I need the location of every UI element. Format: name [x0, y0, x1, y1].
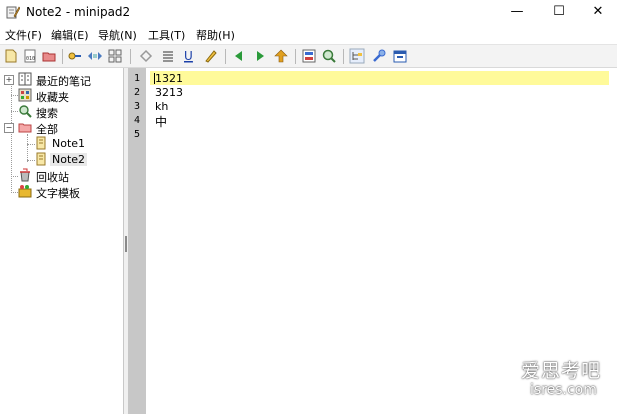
- grid-icon[interactable]: [107, 48, 123, 64]
- menu-navigate[interactable]: 导航(N): [98, 27, 137, 43]
- collapse-toggle[interactable]: −: [4, 123, 14, 133]
- watermark-text: 爱思考吧: [521, 360, 602, 382]
- line-number: 2: [133, 87, 141, 98]
- tree-item-label: 搜索: [36, 107, 58, 120]
- text-caret: [154, 73, 155, 84]
- folder-icon: [18, 123, 32, 133]
- forward-icon[interactable]: [252, 48, 268, 64]
- new-folder-icon[interactable]: [41, 48, 57, 64]
- undo-icon[interactable]: [138, 48, 154, 64]
- close-button[interactable]: ✕: [575, 0, 617, 24]
- editor-line[interactable]: 3213: [155, 86, 183, 99]
- menu-edit[interactable]: 编辑(E): [51, 27, 89, 43]
- highlight-icon[interactable]: [203, 48, 219, 64]
- link-icon[interactable]: [67, 48, 83, 64]
- line-number: 3: [133, 101, 141, 112]
- format-icon[interactable]: [160, 48, 176, 64]
- tree-item-label: 全部: [36, 123, 58, 136]
- toolbar-separator: [62, 49, 63, 64]
- recent-notes-icon: [18, 72, 32, 86]
- splitter-grip[interactable]: [125, 236, 127, 252]
- line-number: 4: [133, 115, 141, 126]
- tree-item-note2[interactable]: Note2: [0, 152, 123, 168]
- tree-item-all[interactable]: − 全部: [0, 120, 123, 136]
- line-number: 1: [133, 73, 141, 84]
- template-icon: [18, 185, 32, 198]
- watermark-url: isres.com: [530, 382, 597, 398]
- tree-icon[interactable]: [349, 48, 365, 64]
- tree-item-templates[interactable]: 文字模板: [0, 184, 123, 200]
- toolbar-separator: [130, 49, 131, 64]
- editor-line[interactable]: 1321: [155, 72, 183, 85]
- tree-item-label: 文字模板: [36, 187, 80, 200]
- tree-item-label: 回收站: [36, 171, 69, 184]
- note-icon: [36, 152, 46, 166]
- line-number: 5: [133, 129, 141, 140]
- tree-item-label: 最近的笔记: [36, 75, 91, 88]
- svg-text:010: 010: [26, 56, 35, 62]
- toolbar: 010 U: [0, 44, 617, 68]
- tree-item-label: Note1: [52, 137, 86, 150]
- menu-file[interactable]: 文件(F): [5, 27, 42, 43]
- line-number-gutter: 1 2 3 4 5: [128, 68, 146, 414]
- toolbar-separator: [225, 49, 226, 64]
- note-icon: [36, 136, 46, 150]
- tree-item-favorites[interactable]: 收藏夹: [0, 88, 123, 104]
- minimize-button[interactable]: —: [494, 0, 540, 24]
- properties-icon[interactable]: [301, 48, 317, 64]
- new-template-icon[interactable]: 010: [22, 48, 38, 64]
- current-line-highlight: [150, 71, 609, 85]
- search-icon: [19, 105, 32, 118]
- menu-tools[interactable]: 工具(T): [148, 27, 185, 43]
- favorites-icon: [18, 88, 32, 102]
- toolbar-separator: [343, 49, 344, 64]
- tree-item-label: Note2: [50, 153, 88, 166]
- recycle-bin-icon: [20, 168, 30, 182]
- app-icon: [6, 6, 20, 19]
- toolbar-separator: [295, 49, 296, 64]
- menu-bar: 文件(F) 编辑(E) 导航(N) 工具(T) 帮助(H): [0, 24, 617, 44]
- menu-help[interactable]: 帮助(H): [196, 27, 235, 43]
- up-icon[interactable]: [273, 48, 289, 64]
- expand-toggle[interactable]: +: [4, 75, 14, 85]
- tree-item-label: 收藏夹: [36, 91, 69, 104]
- tree-item-recent[interactable]: + 最近的笔记: [0, 72, 123, 88]
- tree-item-recycle-bin[interactable]: 回收站: [0, 168, 123, 184]
- editor-line[interactable]: kh: [155, 100, 168, 113]
- search-icon[interactable]: [321, 48, 337, 64]
- tools-icon[interactable]: [371, 48, 387, 64]
- note-tree: + 最近的笔记 收藏夹 搜索 − 全部 Note1 Note2 回收站 文字模板: [0, 68, 123, 414]
- window-icon[interactable]: [392, 48, 408, 64]
- title-bar: Note2 - minipad2 — ☐ ✕: [0, 0, 617, 24]
- back-icon[interactable]: [231, 48, 247, 64]
- svg-text:U: U: [184, 49, 193, 63]
- editor-line[interactable]: 中: [155, 113, 167, 130]
- tree-item-search[interactable]: 搜索: [0, 104, 123, 120]
- window-title: Note2 - minipad2: [26, 5, 131, 19]
- new-note-icon[interactable]: [3, 48, 19, 64]
- tree-item-note1[interactable]: Note1: [0, 136, 123, 152]
- view-icon[interactable]: [87, 48, 103, 64]
- underline-icon[interactable]: U: [181, 48, 197, 64]
